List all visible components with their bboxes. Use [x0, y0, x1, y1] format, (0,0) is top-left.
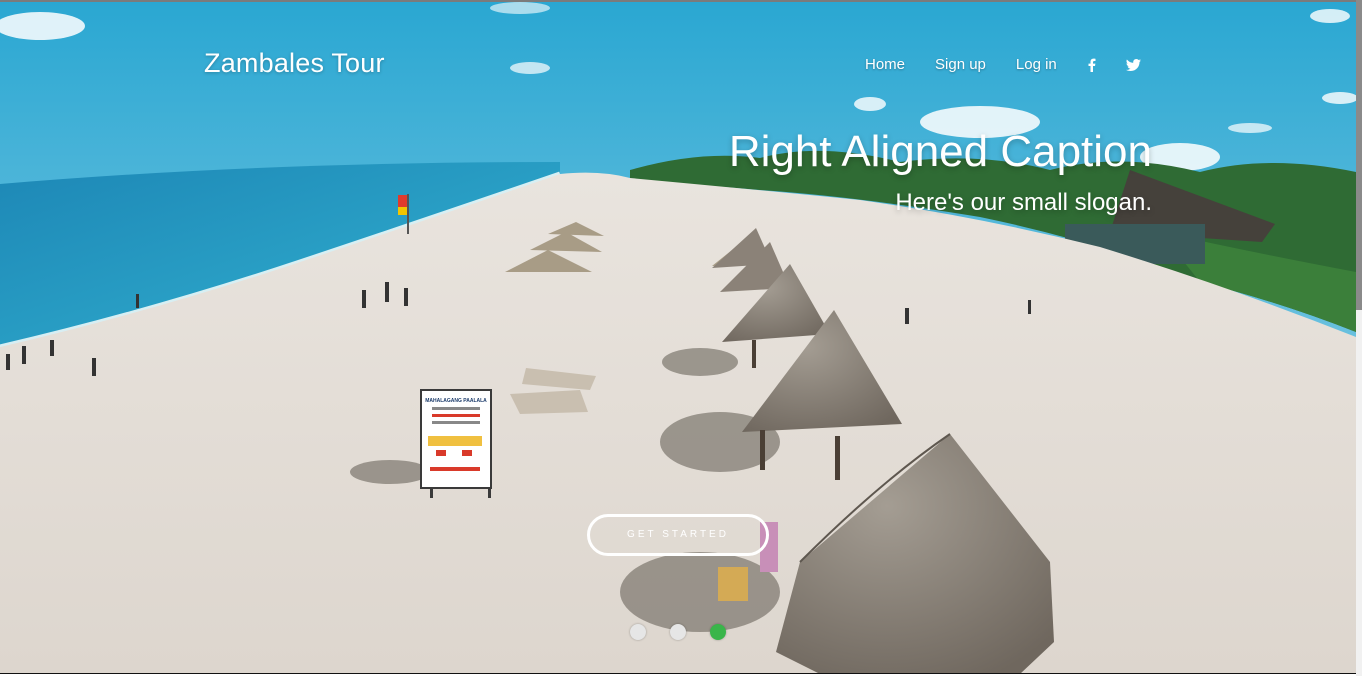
- main-nav: Home Sign up Log in: [865, 56, 1141, 73]
- carousel-dot-3-active[interactable]: [710, 624, 726, 640]
- sign-heading: MAHALAGANG PAALALA: [425, 398, 487, 404]
- page: MAHALAGANG PAALALA Zambales Tour Home Si…: [0, 0, 1362, 676]
- scrollbar-thumb[interactable]: [1356, 0, 1362, 310]
- get-started-button[interactable]: GET STARTED: [587, 514, 769, 556]
- nav-link-home[interactable]: Home: [865, 56, 905, 73]
- hero-caption: Right Aligned Caption Here's our small s…: [729, 126, 1152, 218]
- facebook-link[interactable]: [1087, 58, 1096, 72]
- nav-link-log-in[interactable]: Log in: [1016, 56, 1057, 73]
- twitter-link[interactable]: [1125, 58, 1141, 71]
- beach-background-image: MAHALAGANG PAALALA: [0, 2, 1356, 673]
- hero-title: Right Aligned Caption: [728, 127, 1152, 176]
- carousel-indicators: [630, 624, 726, 640]
- hero-carousel: MAHALAGANG PAALALA Zambales Tour Home Si…: [0, 0, 1356, 674]
- hero-slogan: Here's our small slogan.: [895, 189, 1152, 216]
- carousel-dot-2[interactable]: [670, 624, 686, 640]
- twitter-icon: [1125, 58, 1141, 71]
- page-scrollbar[interactable]: [1356, 0, 1362, 676]
- carousel-dot-1[interactable]: [630, 624, 646, 640]
- nav-link-sign-up[interactable]: Sign up: [935, 56, 986, 73]
- brand-logo[interactable]: Zambales Tour: [204, 48, 385, 79]
- facebook-icon: [1088, 58, 1096, 72]
